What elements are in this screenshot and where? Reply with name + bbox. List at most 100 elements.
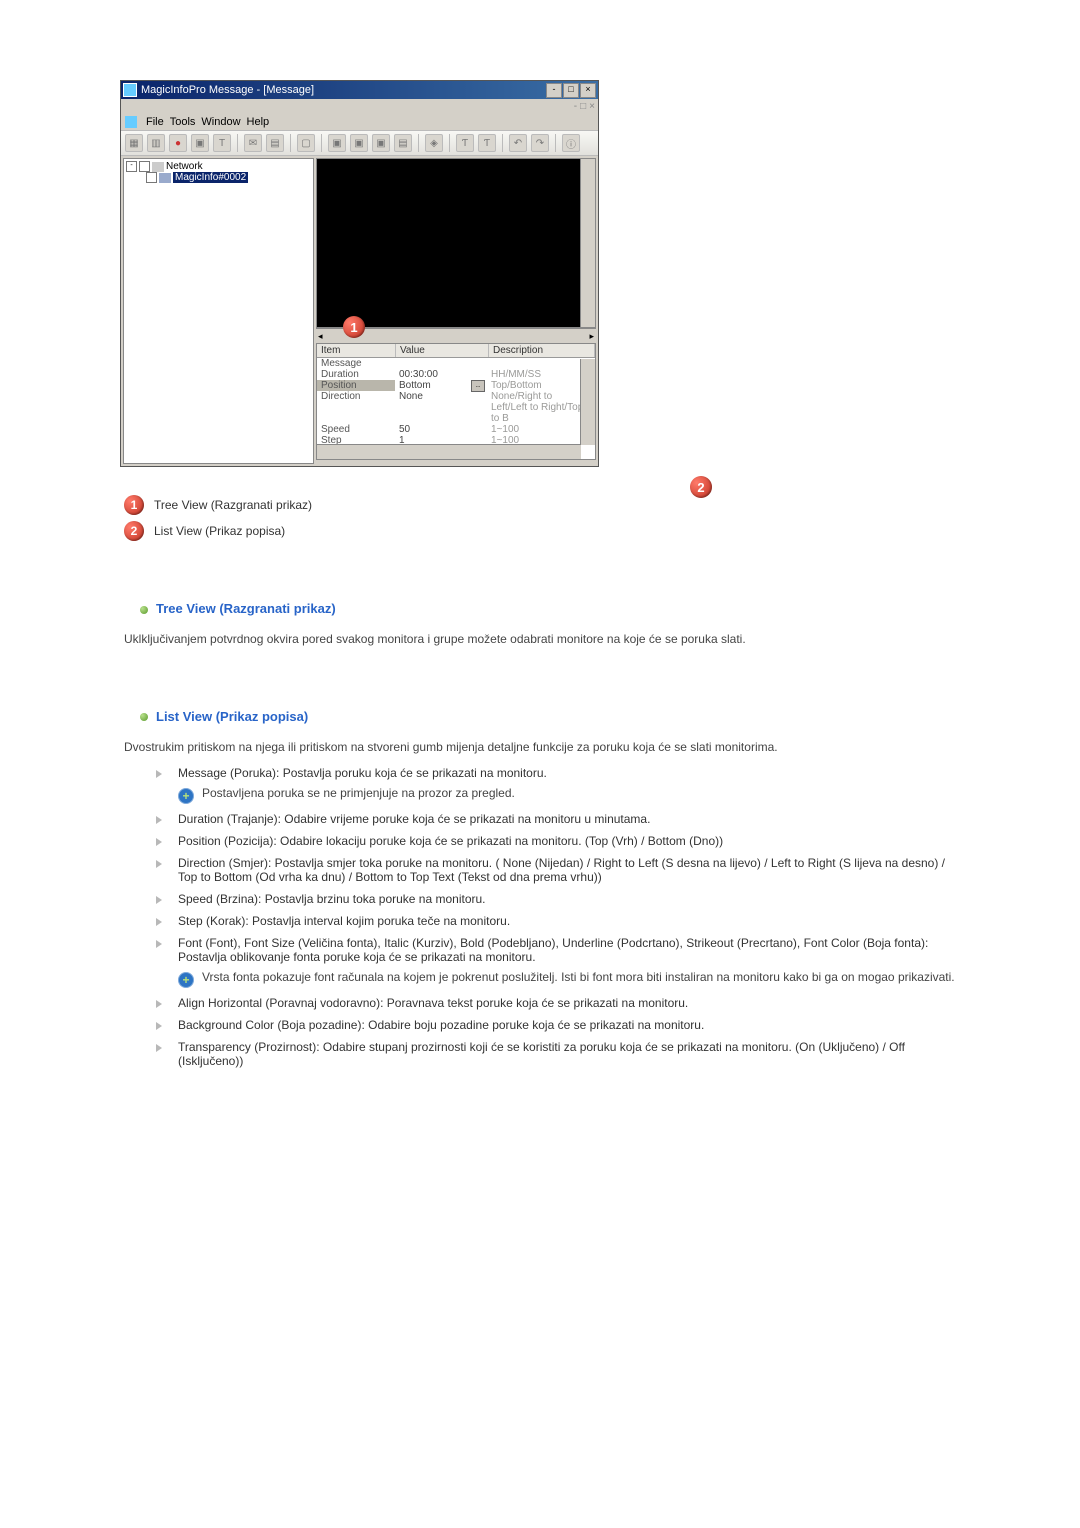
toolbar-icon[interactable]: ✉ bbox=[244, 134, 262, 152]
list-cell-value: None bbox=[395, 391, 487, 424]
list-header: Item Value Description bbox=[317, 344, 595, 358]
close-button[interactable]: × bbox=[580, 83, 596, 98]
ellipsis-button[interactable]: .. bbox=[471, 380, 485, 392]
list-row[interactable]: Speed501~100 bbox=[317, 424, 595, 435]
list-cell-value: Bottom.. bbox=[395, 380, 487, 391]
note-text: Postavljena poruka se ne primjenjuje na … bbox=[202, 786, 960, 804]
list-item: Position (Pozicija): Odabire lokaciju po… bbox=[156, 834, 960, 848]
redo-icon[interactable]: ↷ bbox=[531, 134, 549, 152]
preview-pane bbox=[316, 158, 596, 328]
info-icon[interactable]: ⓘ bbox=[562, 134, 580, 152]
scrollbar-vertical[interactable] bbox=[580, 359, 595, 445]
maximize-button[interactable]: □ bbox=[563, 83, 579, 98]
doc-minimize-button[interactable]: - bbox=[574, 101, 577, 112]
bullet-list: Message (Poruka): Postavlja poruku koja … bbox=[156, 766, 960, 1068]
callout-1: 1 bbox=[343, 316, 365, 338]
doc-maximize-button[interactable]: □ bbox=[580, 101, 586, 112]
col-description[interactable]: Description bbox=[489, 344, 595, 357]
toolbar-icon[interactable]: Ƭ bbox=[456, 134, 474, 152]
list-cell-item: Duration bbox=[317, 369, 395, 380]
menu-tools[interactable]: Tools bbox=[170, 116, 196, 128]
toolbar-icon[interactable]: ◈ bbox=[425, 134, 443, 152]
list-item: Transparency (Prozirnost): Odabire stupa… bbox=[156, 1040, 960, 1068]
list-item: Step (Korak): Postavlja interval kojim p… bbox=[156, 914, 960, 928]
app-menu-icon bbox=[125, 116, 137, 128]
list-cell-item: Message bbox=[317, 358, 395, 369]
list-cell-description: 1~100 bbox=[487, 424, 595, 435]
list-view[interactable]: Item Value Description MessageDuration00… bbox=[316, 343, 596, 460]
toolbar-icon[interactable]: ▥ bbox=[147, 134, 165, 152]
list-item-text: Duration (Trajanje): Odabire vrijeme por… bbox=[178, 812, 960, 826]
list-row[interactable]: DirectionNoneNone/Right to Left/Left to … bbox=[317, 391, 595, 424]
toolbar: ▦ ▥ ● ▣ T ✉ ▤ ▢ ▣ ▣ ▣ ▤ ◈ Ƭ Ƭ bbox=[121, 131, 598, 156]
toolbar-icon[interactable]: ▦ bbox=[125, 134, 143, 152]
section-intro: Dvostrukim pritiskom na njega ili pritis… bbox=[124, 738, 960, 757]
toolbar-icon[interactable]: Ƭ bbox=[478, 134, 496, 152]
minimize-button[interactable]: - bbox=[546, 83, 562, 98]
legend: 1 Tree View (Razgranati prikaz) 2 List V… bbox=[124, 495, 960, 541]
toolbar-icon[interactable]: ▤ bbox=[266, 134, 284, 152]
titlebar: MagicInfoPro Message - [Message] - □ × bbox=[121, 81, 598, 99]
app-icon bbox=[123, 83, 137, 97]
scrollbar-horizontal[interactable] bbox=[317, 444, 581, 459]
menu-window[interactable]: Window bbox=[201, 116, 240, 128]
section-body: Uklključivanjem potvrdnog okvira pored s… bbox=[124, 630, 960, 649]
menu-help[interactable]: Help bbox=[247, 116, 270, 128]
toolbar-icon[interactable]: ▣ bbox=[328, 134, 346, 152]
list-cell-description bbox=[487, 358, 595, 369]
tree-label-selected: MagicInfo#0002 bbox=[173, 172, 248, 183]
list-cell-value: 00:30:00 bbox=[395, 369, 487, 380]
list-cell-item: Position bbox=[317, 380, 395, 391]
list-item: Speed (Brzina): Postavlja brzinu toka po… bbox=[156, 892, 960, 906]
doc-close-button[interactable]: × bbox=[589, 101, 595, 112]
toolbar-icon[interactable]: ▣ bbox=[350, 134, 368, 152]
tree-node-root[interactable]: - Network bbox=[126, 161, 311, 172]
list-item-text: Message (Poruka): Postavlja poruku koja … bbox=[178, 766, 960, 780]
toolbar-icon[interactable]: ▣ bbox=[372, 134, 390, 152]
toolbar-icon[interactable]: T bbox=[213, 134, 231, 152]
list-cell-value: 50 bbox=[395, 424, 487, 435]
app-window: MagicInfoPro Message - [Message] - □ × -… bbox=[120, 80, 599, 467]
tree-view[interactable]: - Network MagicInfo#0002 bbox=[123, 158, 314, 464]
legend-badge-2: 2 bbox=[124, 521, 144, 541]
list-item-text: Transparency (Prozirnost): Odabire stupa… bbox=[178, 1040, 960, 1068]
list-cell-description: None/Right to Left/Left to Right/Top to … bbox=[487, 391, 595, 424]
list-cell-description: Top/Bottom bbox=[487, 380, 595, 391]
tree-label: Network bbox=[166, 161, 203, 172]
col-value[interactable]: Value bbox=[396, 344, 489, 357]
list-item: Background Color (Boja pozadine): Odabir… bbox=[156, 1018, 960, 1032]
note: + Vrsta fonta pokazuje font računala na k… bbox=[178, 970, 960, 988]
bullet-icon bbox=[140, 606, 148, 614]
screenshot-figure: MagicInfoPro Message - [Message] - □ × -… bbox=[120, 80, 960, 467]
legend-badge-1: 1 bbox=[124, 495, 144, 515]
scrollbar-vertical[interactable] bbox=[580, 159, 595, 327]
document-titlebar: - □ × bbox=[121, 99, 598, 114]
undo-icon[interactable]: ↶ bbox=[509, 134, 527, 152]
list-item-text: Position (Pozicija): Odabire lokaciju po… bbox=[178, 834, 960, 848]
list-item-text: Speed (Brzina): Postavlja brzinu toka po… bbox=[178, 892, 960, 906]
toolbar-icon[interactable]: ▤ bbox=[394, 134, 412, 152]
toolbar-icon[interactable]: ▣ bbox=[191, 134, 209, 152]
note-text: Vrsta fonta pokazuje font računala na ko… bbox=[202, 970, 960, 988]
menu-file[interactable]: File bbox=[146, 116, 164, 128]
list-row[interactable]: Message bbox=[317, 358, 595, 369]
plus-icon: + bbox=[178, 788, 194, 804]
note: + Postavljena poruka se ne primjenjuje na… bbox=[178, 786, 960, 804]
list-item: Direction (Smjer): Postavlja smjer toka … bbox=[156, 856, 960, 884]
list-row[interactable]: Duration00:30:00HH/MM/SS bbox=[317, 369, 595, 380]
menubar: File Tools Window Help bbox=[121, 114, 598, 131]
list-item-text: Font (Font), Font Size (Veličina fonta),… bbox=[178, 936, 960, 964]
col-item[interactable]: Item bbox=[317, 344, 396, 357]
legend-text-1: Tree View (Razgranati prikaz) bbox=[154, 498, 312, 512]
callout-2: 2 bbox=[690, 476, 712, 498]
list-item: Font (Font), Font Size (Veličina fonta),… bbox=[156, 936, 960, 988]
list-item: Duration (Trajanje): Odabire vrijeme por… bbox=[156, 812, 960, 826]
list-item: Align Horizontal (Poravnaj vodoravno): P… bbox=[156, 996, 960, 1010]
plus-icon: + bbox=[178, 972, 194, 988]
tree-node-child[interactable]: MagicInfo#0002 bbox=[126, 172, 311, 183]
section-heading-list-view: List View (Prikaz popisa) bbox=[140, 709, 960, 724]
toolbar-icon[interactable]: ▢ bbox=[297, 134, 315, 152]
list-cell-description: HH/MM/SS bbox=[487, 369, 595, 380]
list-row[interactable]: PositionBottom..Top/Bottom bbox=[317, 380, 595, 391]
toolbar-icon[interactable]: ● bbox=[169, 134, 187, 152]
